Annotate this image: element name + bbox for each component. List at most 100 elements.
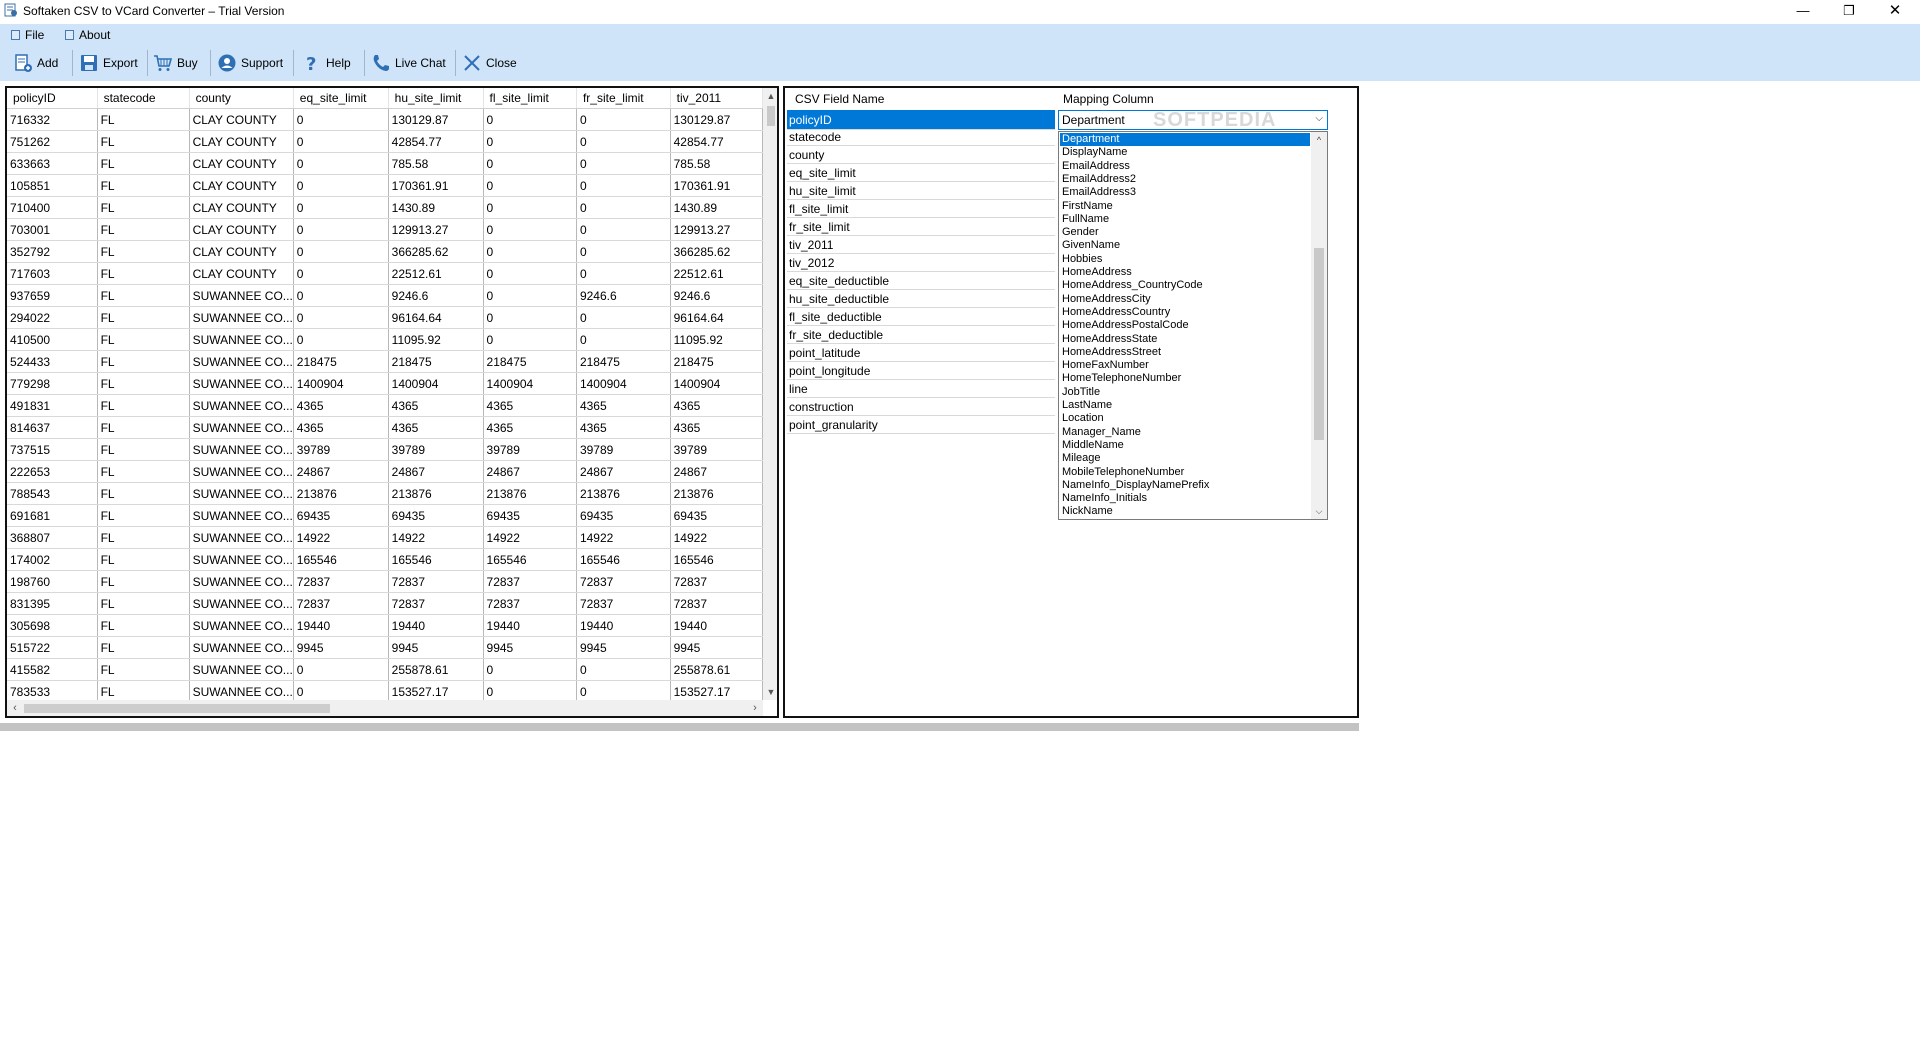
- help-button[interactable]: ? Help: [302, 51, 358, 75]
- dropdown-option[interactable]: HomeAddressPostalCode: [1060, 319, 1310, 332]
- csv-field-row[interactable]: statecode: [787, 128, 1055, 146]
- csv-field-row[interactable]: fl_site_limit: [787, 200, 1055, 218]
- csv-field-row[interactable]: eq_site_limit: [787, 164, 1055, 182]
- column-header[interactable]: statecode: [97, 88, 190, 109]
- dropdown-option[interactable]: GivenName: [1060, 239, 1310, 252]
- dropdown-option[interactable]: EmailAddress3: [1060, 186, 1310, 199]
- csv-data-grid[interactable]: policyID statecode county eq_site_limit hu_s…: [7, 88, 763, 700]
- table-row[interactable]: 222653 FL SUWANNEE CO... 24867 24867 24867 248…: [7, 460, 763, 483]
- minimize-button[interactable]: —: [1780, 0, 1826, 21]
- scroll-thumb[interactable]: [767, 106, 775, 126]
- csv-field-row[interactable]: fr_site_limit: [787, 218, 1055, 236]
- csv-field-row[interactable]: line: [787, 380, 1055, 398]
- dropdown-option[interactable]: LastName: [1060, 399, 1310, 412]
- csv-field-row[interactable]: point_latitude: [787, 344, 1055, 362]
- table-row[interactable]: 352792 FL CLAY COUNTY 0 366285.62 0 0 366285.62: [7, 240, 763, 263]
- dropdown-option[interactable]: Department: [1060, 133, 1310, 146]
- dropdown-option[interactable]: NameInfo_DisplayNamePrefix: [1060, 479, 1310, 492]
- table-row[interactable]: 105851 FL CLAY COUNTY 0 170361.91 0 0 170361.91: [7, 174, 763, 197]
- column-header[interactable]: fr_site_limit: [576, 88, 671, 109]
- csv-field-row[interactable]: fr_site_deductible: [787, 326, 1055, 344]
- table-row[interactable]: 174002 FL SUWANNEE CO... 165546 165546 165546…: [7, 548, 763, 571]
- table-row[interactable]: 737515 FL SUWANNEE CO... 39789 39789 39789 397…: [7, 438, 763, 461]
- menu-about[interactable]: About: [65, 27, 110, 43]
- table-row[interactable]: 515722 FL SUWANNEE CO... 9945 9945 9945 9945 99…: [7, 636, 763, 659]
- table-row[interactable]: 368807 FL SUWANNEE CO... 14922 14922 14922 149…: [7, 526, 763, 549]
- csv-field-row[interactable]: fl_site_deductible: [787, 308, 1055, 326]
- column-header[interactable]: tiv_2011: [670, 88, 763, 109]
- csv-field-row[interactable]: construction: [787, 398, 1055, 416]
- csv-field-row[interactable]: policyID: [787, 110, 1055, 130]
- table-row[interactable]: 633663 FL CLAY COUNTY 0 785.58 0 0 785.58: [7, 152, 763, 175]
- dropdown-option[interactable]: MiddleName: [1060, 439, 1310, 452]
- dropdown-option[interactable]: FullName: [1060, 213, 1310, 226]
- table-row[interactable]: 710400 FL CLAY COUNTY 0 1430.89 0 0 1430.89: [7, 196, 763, 219]
- scroll-left-icon[interactable]: ‹: [7, 700, 23, 716]
- table-row[interactable]: 415582 FL SUWANNEE CO... 0 255878.61 0 0 255878…: [7, 658, 763, 681]
- dropdown-option[interactable]: HomeAddressState: [1060, 333, 1310, 346]
- dropdown-option[interactable]: FirstName: [1060, 200, 1310, 213]
- table-row[interactable]: 788543 FL SUWANNEE CO... 213876 213876 213876…: [7, 482, 763, 505]
- column-header[interactable]: eq_site_limit: [293, 88, 389, 109]
- grid-horizontal-scrollbar[interactable]: ‹ ›: [7, 700, 763, 716]
- csv-field-row[interactable]: point_longitude: [787, 362, 1055, 380]
- export-button[interactable]: Export: [79, 51, 145, 75]
- dropdown-option[interactable]: HomeAddress: [1060, 266, 1310, 279]
- maximize-button[interactable]: ❐: [1826, 0, 1872, 21]
- csv-field-row[interactable]: hu_site_limit: [787, 182, 1055, 200]
- csv-field-row[interactable]: county: [787, 146, 1055, 164]
- table-row[interactable]: 294022 FL SUWANNEE CO... 0 96164.64 0 0 96164.6…: [7, 306, 763, 329]
- close-button[interactable]: Close: [462, 51, 522, 75]
- live-chat-button[interactable]: Live Chat: [371, 51, 451, 75]
- dropdown-option[interactable]: NickName: [1060, 505, 1310, 518]
- column-header[interactable]: hu_site_limit: [388, 88, 484, 109]
- dropdown-option[interactable]: Gender: [1060, 226, 1310, 239]
- dropdown-option[interactable]: NameInfo_Initials: [1060, 492, 1310, 505]
- mapping-dropdown-list[interactable]: Department DisplayName EmailAddress EmailAd…: [1058, 131, 1328, 520]
- column-header[interactable]: county: [189, 88, 294, 109]
- dropdown-option[interactable]: Mileage: [1060, 452, 1310, 465]
- column-header[interactable]: fl_site_limit: [483, 88, 577, 109]
- csv-field-row[interactable]: point_granularity: [787, 416, 1055, 434]
- dropdown-option[interactable]: HomeTelephoneNumber: [1060, 372, 1310, 385]
- table-row[interactable]: 783533 FL SUWANNEE CO... 0 153527.17 0 0 153527…: [7, 680, 763, 700]
- table-row[interactable]: 524433 FL SUWANNEE CO... 218475 218475 218475…: [7, 350, 763, 373]
- column-header[interactable]: policyID: [7, 88, 98, 109]
- table-row[interactable]: 717603 FL CLAY COUNTY 0 22512.61 0 0 22512.61: [7, 262, 763, 285]
- menu-file[interactable]: File: [11, 27, 44, 43]
- dropdown-option[interactable]: HomeAddress_CountryCode: [1060, 279, 1310, 292]
- csv-field-row[interactable]: tiv_2011: [787, 236, 1055, 254]
- scroll-thumb[interactable]: [1314, 248, 1324, 440]
- scroll-thumb[interactable]: [24, 704, 330, 713]
- csv-field-row[interactable]: eq_site_deductible: [787, 272, 1055, 290]
- dropdown-option[interactable]: Hobbies: [1060, 253, 1310, 266]
- grid-vertical-scrollbar[interactable]: ▲ ▼: [763, 88, 777, 700]
- table-row[interactable]: 716332 FL CLAY COUNTY 0 130129.87 0 0 130129.87: [7, 108, 763, 131]
- table-row[interactable]: 937659 FL SUWANNEE CO... 0 9246.6 0 9246.6 9246…: [7, 284, 763, 307]
- add-button[interactable]: Add: [13, 51, 65, 75]
- dropdown-scrollbar[interactable]: ^ ⌵: [1311, 132, 1327, 519]
- dropdown-option[interactable]: HomeAddressCountry: [1060, 306, 1310, 319]
- support-button[interactable]: Support: [217, 51, 289, 75]
- table-row[interactable]: 410500 FL SUWANNEE CO... 0 11095.92 0 0 11095.9…: [7, 328, 763, 351]
- table-row[interactable]: 779298 FL SUWANNEE CO... 1400904 1400904 1400…: [7, 372, 763, 395]
- close-window-button[interactable]: ✕: [1872, 0, 1918, 21]
- table-row[interactable]: 305698 FL SUWANNEE CO... 19440 19440 19440 194…: [7, 614, 763, 637]
- dropdown-option[interactable]: HomeFaxNumber: [1060, 359, 1310, 372]
- csv-field-row[interactable]: tiv_2012: [787, 254, 1055, 272]
- dropdown-option[interactable]: EmailAddress2: [1060, 173, 1310, 186]
- buy-button[interactable]: Buy: [153, 51, 205, 75]
- table-row[interactable]: 751262 FL CLAY COUNTY 0 42854.77 0 0 42854.77: [7, 130, 763, 153]
- scroll-down-icon[interactable]: ▼: [763, 684, 777, 700]
- mapping-column-select[interactable]: Department SOFTPEDIA ⌵: [1058, 109, 1328, 131]
- table-row[interactable]: 691681 FL SUWANNEE CO... 69435 69435 69435 694…: [7, 504, 763, 527]
- dropdown-option[interactable]: Manager_Name: [1060, 426, 1310, 439]
- table-row[interactable]: 198760 FL SUWANNEE CO... 72837 72837 72837 728…: [7, 570, 763, 593]
- dropdown-option[interactable]: Location: [1060, 412, 1310, 425]
- dropdown-option[interactable]: Notes: [1060, 519, 1310, 520]
- dropdown-option[interactable]: HomeAddressStreet: [1060, 346, 1310, 359]
- table-row[interactable]: 814637 FL SUWANNEE CO... 4365 4365 4365 4365 43…: [7, 416, 763, 439]
- csv-field-row[interactable]: hu_site_deductible: [787, 290, 1055, 308]
- dropdown-option[interactable]: JobTitle: [1060, 386, 1310, 399]
- dropdown-option[interactable]: DisplayName: [1060, 146, 1310, 159]
